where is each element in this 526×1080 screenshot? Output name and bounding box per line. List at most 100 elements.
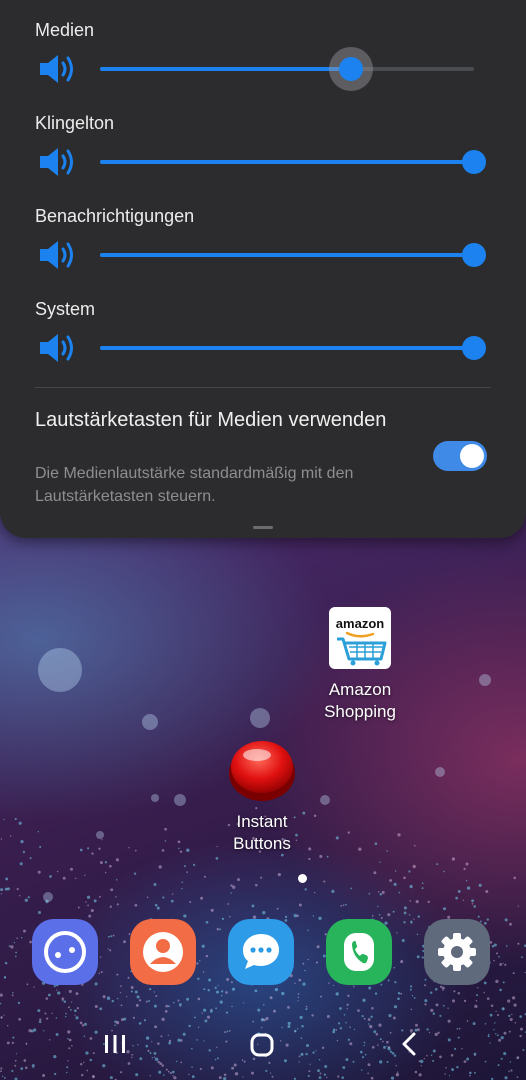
wallpaper-particle [495,979,499,984]
wallpaper-particle [307,958,309,961]
wallpaper-particle [474,1004,478,1009]
wallpaper-particle [130,986,134,989]
wallpaper-particle [302,982,306,986]
wallpaper-particle [417,915,420,918]
wallpaper-particle [262,911,266,915]
wallpaper-particle [98,895,101,898]
wallpaper-particle [319,854,323,858]
messages-app[interactable] [228,919,294,985]
wallpaper-particle [263,1004,265,1006]
page-indicator-dot[interactable] [298,874,307,883]
wallpaper-particle [362,998,366,1002]
settings-app[interactable] [424,919,490,985]
media-keys-toggle[interactable] [433,441,487,471]
wallpaper-particle [242,1002,245,1004]
wallpaper-particle [505,945,508,947]
slider-thumb[interactable] [462,243,486,267]
wallpaper-particle [135,1003,139,1007]
slider-thumb[interactable] [338,57,363,81]
wallpaper-particle [386,850,389,852]
wallpaper-particle [184,865,186,868]
wallpaper-particle [0,888,4,892]
wallpaper-particle [207,989,210,992]
bixby-app[interactable] [32,919,98,985]
wallpaper-particle [116,973,119,976]
wallpaper-particle [297,996,300,999]
wallpaper-particle [429,991,433,994]
wallpaper-particle [179,850,183,853]
speaker-icon[interactable] [38,145,78,179]
wallpaper-particle [401,938,405,943]
slider-thumb[interactable] [462,150,486,174]
instant-buttons-app[interactable]: Instant Buttons [212,737,312,855]
wallpaper-glow [43,892,53,902]
wallpaper-particle [116,997,119,1000]
speaker-icon[interactable] [38,238,78,272]
wallpaper-particle [409,900,412,902]
wallpaper-particle [345,903,347,906]
wallpaper-particle [387,913,391,917]
phone-app[interactable] [326,919,392,985]
speaker-icon[interactable] [38,52,78,86]
wallpaper-particle [153,991,156,993]
wallpaper-particle [276,907,279,910]
wallpaper-particle [116,903,119,906]
wallpaper-particle [4,961,8,965]
wallpaper-particle [20,840,24,844]
wallpaper-particle [509,922,512,926]
wallpaper-particle [347,831,350,834]
wallpaper-particle [455,896,458,900]
wallpaper-particle [513,876,516,880]
wallpaper-particle [335,992,339,996]
wallpaper-particle [352,985,355,988]
wallpaper-particle [69,867,74,871]
wallpaper-particle [181,881,183,884]
wallpaper-particle [101,838,103,841]
wallpaper-particle [178,847,180,850]
wallpaper-particle [304,969,306,972]
slider-thumb[interactable] [462,336,486,360]
wallpaper-particle [220,994,223,997]
media-volume-slider[interactable] [100,57,474,81]
wallpaper-particle [441,986,445,990]
recent-apps-icon[interactable] [102,1032,128,1056]
wallpaper-particle [109,905,112,908]
wallpaper-particle [165,1004,169,1008]
wallpaper-particle [307,929,309,931]
home-icon[interactable] [248,1031,276,1059]
amazon-shopping-app[interactable]: amazon Amazon Shopping [310,607,410,723]
wallpaper-particle [19,895,21,897]
speaker-icon[interactable] [38,331,78,365]
wallpaper-particle [183,914,187,918]
bixby-icon [44,931,86,973]
wallpaper-particle [368,892,371,895]
wallpaper-particle [332,984,335,987]
wallpaper-particle [87,904,89,907]
wallpaper-particle [502,962,504,965]
panel-drag-handle[interactable] [253,526,273,529]
wallpaper-particle [11,994,14,997]
wallpaper-particle [478,883,482,887]
wallpaper-glow [320,795,330,805]
back-icon[interactable] [398,1031,422,1057]
wallpaper-particle [477,987,479,989]
wallpaper-particle [421,887,424,890]
wallpaper-particle [486,997,490,1000]
system-volume-slider[interactable] [100,336,486,360]
wallpaper-particle [393,882,397,886]
media-keys-setting-title[interactable]: Lautstärketasten für Medien verwenden [35,407,415,434]
wallpaper-particle [56,989,58,991]
wallpaper-particle [0,1002,2,1005]
wallpaper-glow [142,714,158,730]
slider-label-system: System [35,299,96,319]
wallpaper-particle [171,893,174,895]
wallpaper-particle [251,904,255,908]
wallpaper-particle [56,870,59,873]
ringtone-volume-slider[interactable] [100,150,486,174]
notifications-volume-slider[interactable] [100,243,486,267]
wallpaper-particle [493,943,497,947]
contacts-app[interactable] [130,919,196,985]
wallpaper-particle [451,857,456,861]
wallpaper-particle [130,990,133,993]
wallpaper-particle [511,996,516,1000]
